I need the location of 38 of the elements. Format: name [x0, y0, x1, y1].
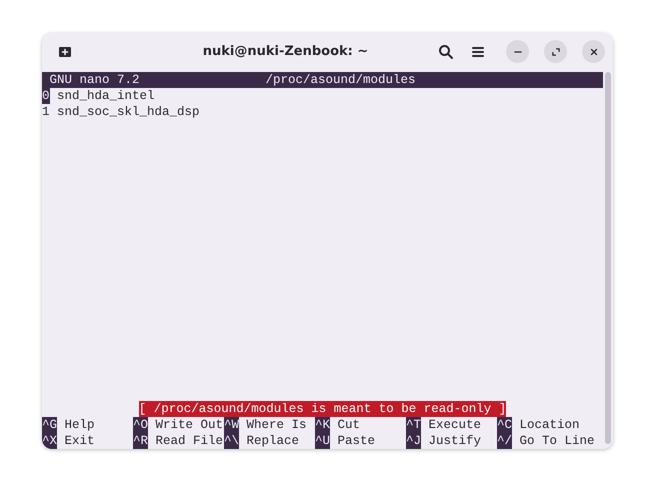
- shortcut-key: ^U: [315, 433, 330, 449]
- shortcut-label: Help: [64, 417, 95, 433]
- status-message: [ /proc/asound/modules is meant to be read-only ]: [138, 401, 506, 417]
- cursor-character: 1: [42, 104, 50, 120]
- shortcut-label: Write Out: [154, 417, 224, 433]
- shortcut-label: Where Is: [246, 417, 307, 433]
- close-button[interactable]: [582, 40, 605, 63]
- search-icon: [438, 44, 454, 60]
- shortcut-key: ^\: [224, 433, 240, 449]
- cursor-character: 0: [42, 88, 50, 104]
- maximize-button[interactable]: [544, 40, 567, 63]
- shortcut-key: ^/: [497, 433, 512, 449]
- shortcut-key: ^R: [133, 433, 148, 449]
- shortcut-key: ^T: [406, 417, 422, 433]
- shortcut-key: ^C: [497, 417, 512, 433]
- shortcut-label: Cut: [336, 417, 360, 433]
- shortcut-key: ^W: [224, 417, 240, 433]
- close-icon: [588, 46, 598, 56]
- nano-version: GNU nano 7.2: [48, 72, 140, 88]
- shortcut-key: ^X: [42, 433, 58, 449]
- shortcut-label: Read File: [154, 433, 224, 449]
- file-line: snd_soc_skl_hda_dsp: [56, 104, 200, 120]
- shortcut-key: ^K: [315, 417, 330, 433]
- maximize-icon: [550, 46, 560, 56]
- shortcut-key: ^G: [42, 417, 58, 433]
- shortcut-label: Go To Line: [518, 433, 595, 449]
- shortcut-label: Paste: [336, 433, 376, 449]
- shortcut-label: Location: [518, 417, 580, 433]
- shortcut-label: Execute: [428, 417, 482, 433]
- shortcut-key: ^O: [133, 417, 148, 433]
- shortcut-key: ^J: [406, 433, 422, 449]
- file-path: /proc/asound/modules: [266, 72, 416, 88]
- shortcut-label: Justify: [428, 433, 482, 449]
- scrollbar-thumb[interactable]: [605, 72, 611, 444]
- window-title: nuki@nuki-Zenbook: ~: [202, 44, 370, 59]
- file-line: snd_hda_intel: [56, 88, 155, 104]
- shortcut-label: Exit: [64, 433, 95, 449]
- shortcut-label: Replace: [246, 433, 300, 449]
